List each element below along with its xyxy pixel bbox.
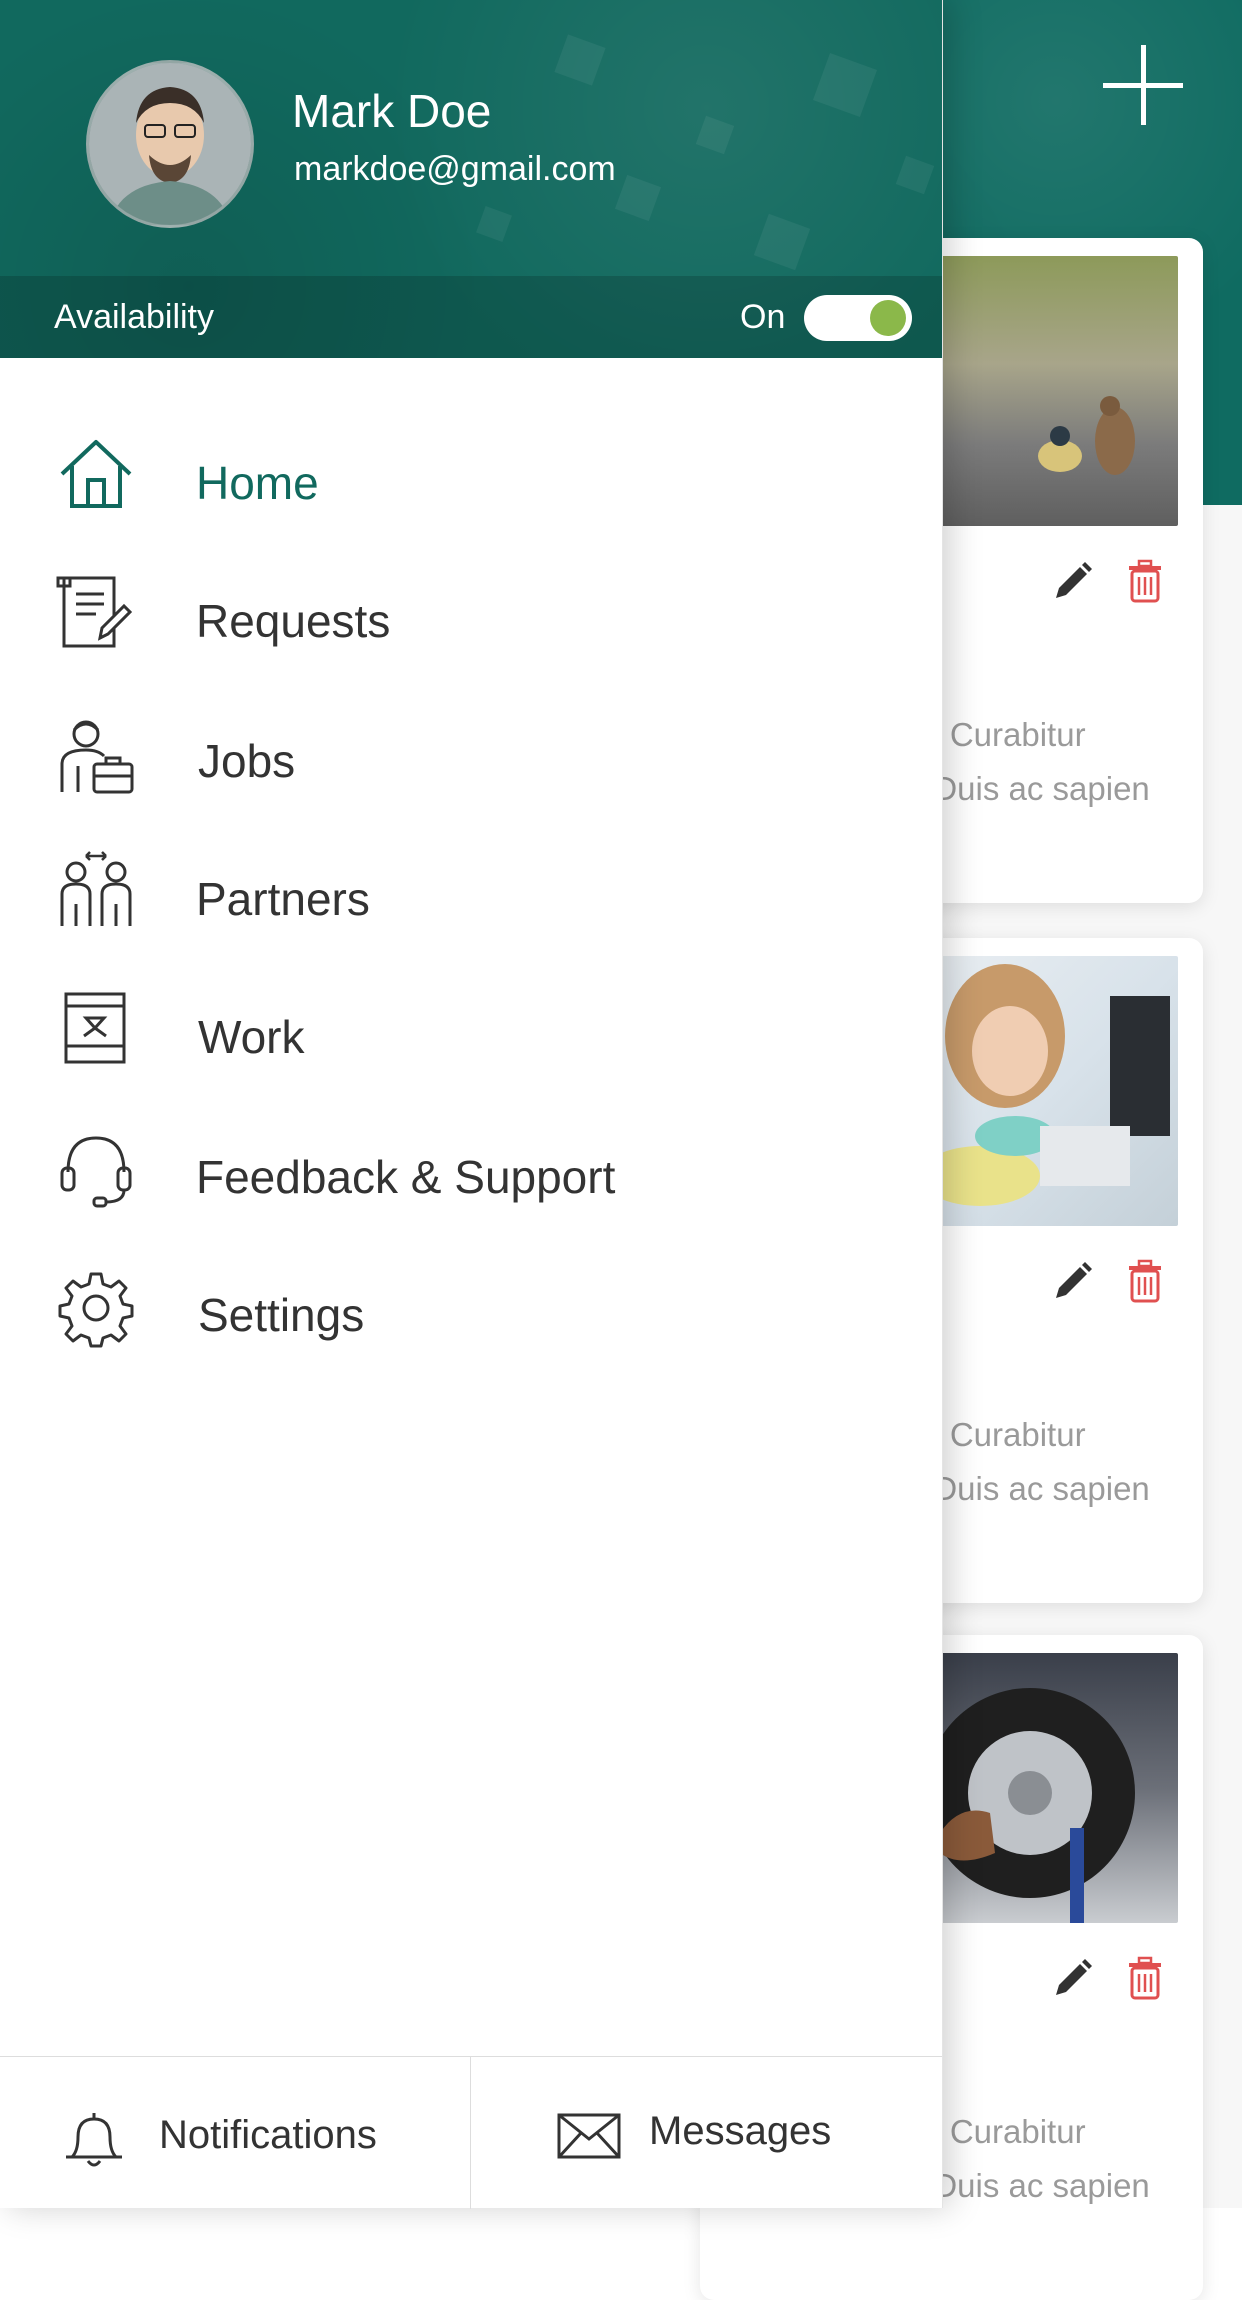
- decorative-square: [476, 206, 512, 242]
- decorative-square: [812, 52, 878, 118]
- plus-icon[interactable]: [1098, 40, 1188, 130]
- navigation-drawer: Mark Doe markdoe@gmail.com Availability …: [0, 0, 943, 2209]
- decorative-square: [895, 155, 935, 195]
- menu-item-work[interactable]: Work: [0, 970, 942, 1090]
- worker-briefcase-icon: [60, 720, 134, 794]
- avatar[interactable]: [86, 60, 254, 228]
- decorative-square: [554, 34, 606, 86]
- messages-button[interactable]: Messages: [471, 2057, 942, 2209]
- user-email: markdoe@gmail.com: [294, 150, 616, 188]
- menu-item-settings[interactable]: Settings: [0, 1248, 942, 1368]
- edit-icon[interactable]: [1050, 1955, 1096, 2001]
- menu-label: Home: [196, 457, 319, 509]
- user-name: Mark Doe: [292, 85, 492, 137]
- notifications-button[interactable]: Notifications: [0, 2057, 470, 2209]
- menu-label: Feedback & Support: [196, 1151, 616, 1203]
- card-description: it. Curabitur . Duis ac sapien: [915, 2105, 1203, 2213]
- birds-photo: [920, 256, 1178, 526]
- menu-item-home[interactable]: Home: [0, 416, 942, 536]
- decorative-square: [614, 174, 662, 222]
- card-description: it. Curabitur . Duis ac sapien: [915, 708, 1203, 816]
- messages-label: Messages: [649, 2109, 832, 2153]
- menu-item-requests[interactable]: Requests: [0, 554, 942, 674]
- menu-label: Jobs: [198, 735, 296, 787]
- menu-label: Settings: [198, 1289, 365, 1341]
- trash-icon[interactable]: [1125, 1258, 1165, 1304]
- card-description: it. Curabitur . Duis ac sapien: [915, 1408, 1203, 1516]
- decorative-square: [695, 115, 735, 155]
- edit-icon[interactable]: [1050, 1258, 1096, 1304]
- work-board-icon: [64, 992, 126, 1064]
- card-text-line: . Duis ac sapien: [915, 1470, 1150, 1507]
- card-text-line: it. Curabitur: [915, 2113, 1086, 2150]
- cleaning-photo: [920, 956, 1178, 1226]
- menu-label: Work: [198, 1011, 305, 1063]
- card-text-line: . Duis ac sapien: [915, 2167, 1150, 2204]
- edit-icon[interactable]: [1050, 558, 1096, 604]
- partners-icon: [60, 851, 132, 926]
- menu-label: Partners: [196, 873, 370, 925]
- card-actions: [1050, 1955, 1190, 2005]
- availability-label: Availability: [54, 298, 215, 336]
- gear-icon: [58, 1272, 134, 1348]
- menu-item-partners[interactable]: Partners: [0, 832, 942, 952]
- card-actions: [1050, 1258, 1190, 1308]
- tire-photo: [920, 1653, 1178, 1923]
- trash-icon[interactable]: [1125, 1955, 1165, 2001]
- card-actions: [1050, 558, 1190, 608]
- toggle-knob: [870, 300, 906, 336]
- headset-icon: [60, 1136, 132, 1208]
- card-text-line: it. Curabitur: [915, 1416, 1086, 1453]
- availability-state: On: [740, 298, 786, 336]
- menu-item-feedback-support[interactable]: Feedback & Support: [0, 1110, 942, 1230]
- card-text-line: it. Curabitur: [915, 716, 1086, 753]
- menu-item-jobs[interactable]: Jobs: [0, 694, 942, 814]
- decorative-square: [753, 213, 811, 271]
- availability-bar: Availability On: [0, 276, 942, 358]
- envelope-icon: [557, 2113, 621, 2159]
- drawer-header: Mark Doe markdoe@gmail.com Availability …: [0, 0, 942, 358]
- menu-label: Requests: [196, 595, 391, 647]
- card-text-line: . Duis ac sapien: [915, 770, 1150, 807]
- bell-icon: [66, 2113, 122, 2167]
- notifications-label: Notifications: [159, 2113, 377, 2157]
- home-icon: [60, 440, 132, 508]
- availability-toggle[interactable]: [804, 295, 912, 341]
- drawer-footer: Notifications Messages: [0, 2056, 942, 2209]
- trash-icon[interactable]: [1125, 558, 1165, 604]
- document-edit-icon: [56, 576, 133, 648]
